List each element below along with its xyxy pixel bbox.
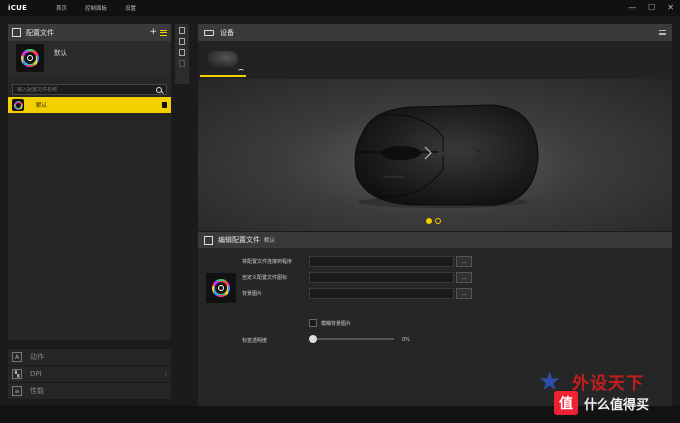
top-nav: 首页 控制面板 设置 bbox=[56, 4, 136, 12]
dpi-icon: ▚ bbox=[12, 369, 22, 379]
window-controls: — ☐ ✕ bbox=[628, 3, 674, 12]
devices-header: 设备 bbox=[198, 24, 672, 41]
nav-dashboard[interactable]: 控制面板 bbox=[85, 4, 107, 12]
side-toolbar bbox=[175, 24, 189, 84]
menu-icon[interactable] bbox=[160, 29, 167, 36]
slider-handle[interactable] bbox=[309, 335, 317, 343]
actions-label: 动作 bbox=[30, 353, 44, 361]
keyboard-icon bbox=[204, 29, 214, 36]
nav-settings[interactable]: 设置 bbox=[125, 4, 136, 12]
profiles-title: 配置文件 bbox=[26, 28, 54, 37]
actions-icon: A bbox=[12, 352, 22, 362]
blur-background-label: 模糊背景图片 bbox=[321, 320, 352, 327]
carousel-dot-1[interactable] bbox=[426, 218, 432, 224]
profile-search-input[interactable] bbox=[17, 86, 156, 93]
slider-track bbox=[312, 338, 394, 340]
profiles-header: 配置文件 + bbox=[8, 24, 171, 41]
watermark-badge: 值 bbox=[554, 391, 578, 415]
background-image-label: 背景图片 bbox=[242, 291, 263, 297]
link-program-browse-button[interactable]: ... bbox=[456, 256, 472, 267]
blur-background-checkbox[interactable] bbox=[309, 319, 317, 327]
mouse-image bbox=[354, 104, 539, 208]
profile-list-item[interactable]: 默认 bbox=[8, 97, 171, 113]
profile-icon-row: 自定义配置文件图标 ... bbox=[242, 272, 472, 283]
carousel-dots bbox=[426, 218, 441, 224]
performance-icon: ≡ bbox=[12, 386, 22, 396]
icue-window: iCUE 首页 控制面板 设置 — ☐ ✕ 配置文件 + 默认 输入配置文件名称… bbox=[0, 0, 680, 423]
profile-icon-field[interactable] bbox=[309, 272, 454, 283]
label-opacity-value: 0% bbox=[402, 337, 410, 343]
app-logo: iCUE bbox=[8, 4, 28, 12]
profile-icon-browse-button[interactable]: ... bbox=[456, 272, 472, 283]
trash-icon[interactable] bbox=[162, 102, 167, 108]
chevron-right-icon: › bbox=[164, 370, 167, 378]
list-view-icon[interactable] bbox=[659, 30, 666, 35]
share-icon[interactable] bbox=[179, 49, 185, 56]
watermark: ★ 外设天下 值 什么值得买 bbox=[530, 365, 675, 420]
dpi-item[interactable]: ▚ DPI › bbox=[8, 366, 171, 382]
label-opacity-label: 标签透明度 bbox=[242, 338, 268, 344]
actions-item[interactable]: A 动作 bbox=[8, 349, 171, 365]
background-image-row: 背景图片 ... bbox=[242, 288, 472, 299]
device-thumbnail-mouse[interactable] bbox=[200, 45, 246, 77]
profile-search bbox=[12, 84, 167, 95]
device-settings-menu: A 动作 ▚ DPI › ≡ 性能 bbox=[8, 349, 171, 400]
device-preview bbox=[198, 79, 672, 231]
profile-icue-icon bbox=[12, 99, 24, 111]
label-opacity-slider[interactable] bbox=[309, 335, 394, 343]
profile-icue-icon bbox=[16, 44, 44, 72]
edit-profile-header: 编辑配置文件 默认 bbox=[198, 232, 672, 248]
current-profile-name: 默认 bbox=[54, 49, 67, 57]
profiles-icon bbox=[12, 28, 21, 37]
delete-icon[interactable] bbox=[179, 60, 185, 67]
minimize-button[interactable]: — bbox=[628, 3, 636, 12]
performance-item[interactable]: ≡ 性能 bbox=[8, 383, 171, 399]
search-icon[interactable] bbox=[156, 86, 162, 93]
link-program-row: 将配置文件连接到程序 ... bbox=[242, 256, 472, 267]
devices-title: 设备 bbox=[220, 28, 234, 37]
device-strip bbox=[198, 41, 672, 79]
profile-icon-preview[interactable] bbox=[206, 273, 236, 303]
watermark-text-2: 什么值得买 bbox=[584, 398, 650, 413]
blur-background-option[interactable]: 模糊背景图片 bbox=[309, 319, 351, 327]
edit-icon bbox=[204, 235, 213, 245]
edit-profile-title: 编辑配置文件 bbox=[218, 236, 260, 244]
watermark-text-1: 外设天下 bbox=[572, 374, 644, 394]
carousel-dot-2[interactable] bbox=[435, 218, 441, 224]
dpi-label: DPI bbox=[30, 370, 42, 378]
selected-indicator bbox=[200, 75, 246, 77]
paste-icon[interactable] bbox=[179, 38, 185, 45]
nav-home[interactable]: 首页 bbox=[56, 4, 67, 12]
edit-profile-name: 默认 bbox=[264, 238, 276, 244]
background-image-browse-button[interactable]: ... bbox=[456, 288, 472, 299]
profile-list-item-label: 默认 bbox=[36, 103, 48, 109]
copy-icon[interactable] bbox=[179, 27, 185, 34]
close-button[interactable]: ✕ bbox=[667, 3, 674, 12]
background-image-field[interactable] bbox=[309, 288, 454, 299]
performance-label: 性能 bbox=[30, 387, 44, 395]
link-program-label: 将配置文件连接到程序 bbox=[242, 259, 293, 265]
add-profile-button[interactable]: + bbox=[149, 28, 157, 37]
profiles-panel: 配置文件 + 默认 默认 bbox=[8, 24, 171, 340]
mouse-thumbnail-image bbox=[208, 51, 238, 67]
link-program-field[interactable] bbox=[309, 256, 454, 267]
wireless-icon bbox=[238, 69, 244, 73]
title-bar: iCUE 首页 控制面板 设置 — ☐ ✕ bbox=[0, 0, 680, 16]
maximize-button[interactable]: ☐ bbox=[648, 3, 655, 12]
profile-icon-label: 自定义配置文件图标 bbox=[242, 275, 288, 281]
current-profile-card: 默认 bbox=[8, 41, 171, 77]
